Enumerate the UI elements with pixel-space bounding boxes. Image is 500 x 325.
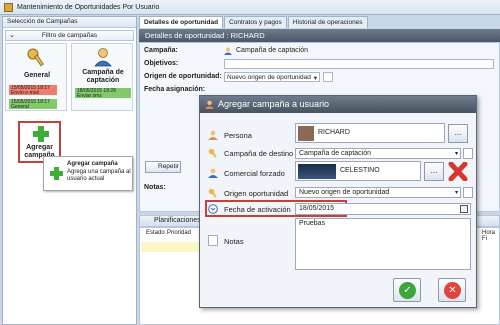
detail-tabs: Detalles de oportunidad Contratos y pago… (139, 16, 500, 28)
origen-link-button[interactable] (323, 72, 333, 82)
dialog-title-bar: Agregar campaña a usuario (200, 96, 476, 113)
origen-oportunidad-select[interactable]: Nuevo origen de oportunidad ▾ (295, 187, 461, 198)
column-estado: Estado (146, 230, 165, 236)
user-icon (205, 100, 214, 109)
objetivos-label: Objetivos: (144, 60, 179, 67)
origen-oportunidad-label: Origen oportunidad (224, 189, 289, 198)
close-icon: ✕ (444, 282, 461, 299)
origen-link-button[interactable] (463, 187, 473, 198)
accept-button[interactable]: ✓ (393, 278, 421, 302)
plus-icon (33, 126, 49, 142)
plus-icon (50, 167, 63, 180)
campaign-badge-sms: 18/05/2015 18:28 Enviar sms (75, 88, 131, 98)
notas-label: Notas: (144, 184, 166, 191)
tab-contratos[interactable]: Contratos y pagos (224, 16, 287, 28)
fecha-activacion-label: Fecha de activación (224, 205, 291, 214)
objetivos-input[interactable] (224, 59, 494, 69)
clear-red-x-icon[interactable] (448, 162, 468, 181)
campaign-selection-panel: Selección de Campañas ⌄ Filtro de campañ… (2, 16, 137, 325)
notas-textarea[interactable]: Pruebas (295, 218, 471, 270)
detail-header: Detalles de oportunidad : RICHARD (139, 29, 500, 42)
add-campaign-dialog: Agregar campaña a usuario Persona RICHAR… (199, 95, 477, 308)
repetir-button[interactable]: Repetir (145, 161, 181, 173)
destino-link-button[interactable] (463, 148, 473, 159)
persona-browse-button[interactable]: ... (448, 124, 468, 143)
app-icon (4, 2, 13, 12)
user-icon (208, 168, 218, 178)
add-campaign-tooltip: Agregar campaña Agrega una campaña al us… (43, 156, 133, 191)
user-icon (208, 130, 218, 140)
key-icon (27, 48, 44, 67)
user-icon (224, 47, 232, 55)
person-photo (298, 126, 314, 141)
fecha-asignacion-label: Fecha asignación: (144, 86, 206, 93)
comercial-browse-button[interactable]: ... (424, 162, 444, 181)
user-icon (94, 48, 112, 67)
key-icon (208, 188, 217, 198)
campaign-selection-header: Selección de Campañas (3, 17, 136, 28)
persona-label: Persona (224, 131, 252, 140)
campaign-badge-email: 15/05/2015 18:17 Envío e-mail (9, 85, 57, 95)
campaign-badge-general: 15/05/2015 18:17 General (9, 99, 57, 109)
tab-detalles[interactable]: Detalles de oportunidad (139, 16, 224, 28)
campaign-card-name: Campaña de captación (82, 69, 124, 84)
origen-select[interactable]: Nuevo origen de oportunidad ▾ (224, 72, 320, 82)
persona-field[interactable]: RICHARD (295, 123, 445, 143)
check-icon: ✓ (399, 282, 416, 299)
campaign-card-captacion[interactable]: Campaña de captación 18/05/2015 18:28 En… (71, 43, 133, 111)
fecha-activacion-input[interactable]: 18/05/2015 (295, 203, 471, 215)
campaign-card-name: General (23, 72, 51, 79)
dialog-title: Agregar campaña a usuario (218, 99, 330, 109)
key-icon (208, 148, 217, 158)
campana-value: Campaña de captación (236, 47, 308, 54)
comercial-photo (298, 164, 336, 179)
campana-label: Campaña: (144, 47, 178, 54)
destino-select[interactable]: Campaña de captación ▾ (295, 148, 461, 159)
notas-label: Notas (224, 237, 244, 246)
campaign-card-general[interactable]: General 15/05/2015 18:17 Envío e-mail 15… (5, 43, 67, 111)
window-titlebar: Mantenimiento de Oportunidades Por Usuar… (0, 0, 500, 15)
campaign-filter-label: Filtro de campañas (41, 32, 98, 39)
window-title: Mantenimiento de Oportunidades Por Usuar… (17, 3, 160, 11)
tooltip-title: Agregar campaña (67, 161, 118, 167)
calendar-icon[interactable] (460, 205, 468, 213)
cancel-button[interactable]: ✕ (438, 278, 466, 302)
comercial-field[interactable]: CELESTINO (295, 161, 421, 181)
column-prioridad: Prioridad (167, 230, 192, 236)
note-icon (208, 235, 218, 246)
origen-label: Origen de oportunidad: (144, 73, 222, 80)
column-hora-fin: Hora Fi (482, 230, 496, 242)
chevron-down-icon: ⌄ (9, 32, 15, 39)
comercial-label: Comercial forzado (224, 169, 285, 178)
chevron-down-circle-icon[interactable] (208, 204, 218, 214)
destino-label: Campaña de destino (224, 149, 294, 158)
table-row[interactable] (141, 242, 201, 252)
tab-historial[interactable]: Historial de operaciones (287, 16, 368, 28)
campaign-filter-toggle[interactable]: ⌄ Filtro de campañas (5, 30, 134, 41)
tooltip-text: Agrega una campaña al usuario actual (67, 169, 131, 182)
